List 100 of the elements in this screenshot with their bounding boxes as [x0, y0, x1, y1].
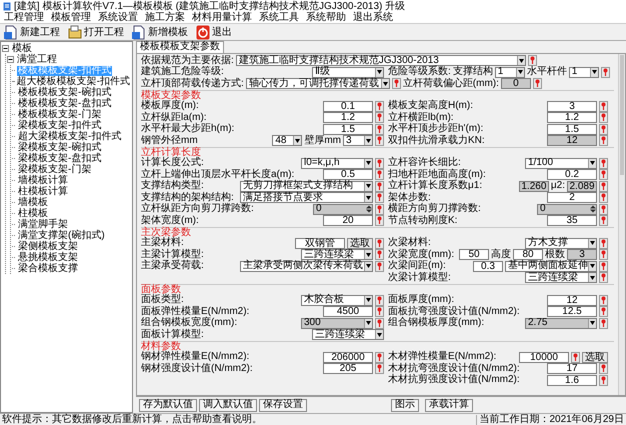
menu-item[interactable]: 模板管理 — [51, 13, 91, 23]
dropdown[interactable]: 基中两侧面板延伸 — [505, 260, 597, 272]
help-icon[interactable] — [599, 169, 608, 180]
tree-item[interactable]: 柱模板计算 — [17, 186, 69, 196]
select-button[interactable]: 选取 — [582, 352, 608, 363]
scrollbar[interactable] — [618, 54, 625, 395]
menu-item[interactable]: 材料用量计算 — [192, 13, 252, 23]
tree-item[interactable]: 梁侧模板支架 — [17, 242, 79, 252]
action-button[interactable]: 图示 — [391, 398, 419, 412]
input-field[interactable]: 206000 — [323, 352, 373, 363]
help-icon[interactable] — [599, 374, 608, 386]
dropdown[interactable]: 满足搭接节点要求 — [240, 192, 373, 204]
help-icon[interactable] — [528, 55, 537, 66]
toolbar-button[interactable]: 退出 — [195, 24, 233, 40]
help-icon[interactable] — [375, 124, 384, 135]
input-field[interactable]: 1.2 — [323, 112, 373, 124]
input-field[interactable]: 35 — [547, 215, 597, 226]
input-field[interactable]: 0.2 — [547, 169, 597, 180]
help-icon[interactable] — [375, 192, 384, 204]
input-field[interactable]: 17 — [547, 363, 597, 374]
help-icon[interactable] — [532, 78, 542, 90]
tree-item[interactable]: 梁模板支架-盘扣式 — [17, 154, 102, 164]
help-icon[interactable] — [599, 158, 608, 169]
help-icon[interactable] — [599, 204, 608, 215]
tree-item[interactable]: 梁模板支架-门架 — [17, 164, 92, 174]
tree-item[interactable]: 满堂支撑架(碗扣式) — [17, 230, 106, 240]
help-icon[interactable] — [599, 192, 608, 204]
input-field[interactable]: 0.3 — [473, 260, 503, 272]
dropdown[interactable]: 48 — [272, 135, 302, 146]
dropdown[interactable]: 三跨连续梁 — [312, 329, 384, 340]
help-icon[interactable] — [375, 180, 384, 192]
help-icon[interactable] — [375, 112, 384, 124]
select-button[interactable]: 选取 — [347, 238, 373, 249]
help-icon[interactable] — [599, 260, 608, 272]
action-button[interactable]: 存为默认值 — [139, 398, 197, 412]
dropdown[interactable]: 三跨连续梁 — [301, 249, 373, 260]
help-icon[interactable] — [375, 100, 384, 112]
help-icon[interactable] — [375, 306, 384, 318]
help-icon[interactable] — [599, 215, 608, 226]
tree-item[interactable]: 梁模板支架-碗扣式 — [17, 142, 102, 152]
dropdown[interactable]: 方木支撑 — [525, 238, 597, 249]
input-field[interactable]: 20 — [323, 215, 373, 226]
tree-item[interactable]: 楼板模板支架-碗扣式 — [17, 88, 112, 98]
help-icon[interactable] — [375, 169, 384, 180]
tree-item[interactable]: 梁模板支架-扣件式 — [17, 120, 102, 130]
input-field[interactable]: 1.2 — [547, 112, 597, 124]
input-field[interactable]: 双钢管 — [295, 238, 345, 249]
dropdown[interactable]: 主梁承受两侧次梁传来荷载 — [240, 260, 373, 272]
action-button[interactable]: 保存设置 — [259, 398, 307, 412]
dropdown[interactable]: Ⅱ级 — [312, 66, 384, 78]
menu-item[interactable]: 系统帮助 — [306, 13, 346, 23]
menu-item[interactable]: 施工方案 — [145, 13, 185, 23]
tree-item[interactable]: 超大梁模板支架-扣件式 — [17, 132, 122, 142]
help-icon[interactable] — [571, 352, 580, 363]
tree-item[interactable]: 悬挑模板支架 — [17, 252, 79, 262]
help-icon[interactable] — [600, 66, 610, 78]
menu-item[interactable]: 工程管理 — [4, 13, 44, 23]
dropdown[interactable]: 1 — [494, 66, 525, 78]
help-icon[interactable] — [392, 78, 401, 90]
dropdown[interactable]: 木胶合板 — [301, 294, 373, 306]
dropdown[interactable]: 1 — [568, 66, 599, 78]
input-field[interactable]: 205 — [323, 363, 373, 374]
input-field[interactable]: 1.6 — [547, 374, 597, 386]
input-field[interactable]: 12.5 — [547, 306, 597, 318]
tree-item[interactable]: 模板 — [11, 44, 33, 54]
toolbar-button[interactable]: 打开工程 — [67, 24, 125, 40]
help-icon[interactable] — [375, 249, 384, 260]
tree-item[interactable]: 超大楼板模板支架-扣件式 — [16, 76, 131, 86]
help-icon[interactable] — [599, 180, 608, 192]
input-field[interactable]: 50 — [459, 249, 489, 260]
dropdown[interactable]: 3 — [343, 135, 373, 146]
help-icon[interactable] — [599, 100, 608, 112]
help-icon[interactable] — [599, 318, 608, 329]
help-icon[interactable] — [599, 124, 608, 135]
input-field[interactable]: 10000 — [519, 352, 569, 363]
dropdown[interactable]: 三跨连续梁 — [525, 272, 597, 284]
help-icon[interactable] — [375, 135, 384, 146]
tree-item[interactable]: 满堂工程 — [16, 54, 58, 64]
help-icon[interactable] — [599, 294, 608, 306]
input-field[interactable]: 80 — [513, 249, 543, 260]
help-icon[interactable] — [599, 272, 608, 284]
dropdown[interactable]: 建筑施工临时支撑结构技术规范JGJ300-2013 — [236, 55, 526, 66]
help-icon[interactable] — [599, 135, 608, 146]
tree-item[interactable]: 梁合模板支撑 — [17, 264, 79, 274]
help-icon[interactable] — [375, 260, 384, 272]
tree-item[interactable]: 楼板模板支架-盘扣式 — [17, 98, 112, 108]
toolbar-button[interactable]: 新建工程 — [3, 24, 61, 40]
menu-item[interactable]: 系统设置 — [98, 13, 138, 23]
help-icon[interactable] — [375, 158, 384, 169]
help-icon[interactable] — [375, 352, 384, 363]
collapse-icon[interactable] — [7, 56, 14, 63]
input-field[interactable]: 4500 — [323, 306, 373, 318]
input-field[interactable]: 12 — [547, 294, 597, 306]
help-icon[interactable] — [375, 363, 384, 374]
input-field[interactable]: 0.5 — [323, 169, 373, 180]
dropdown[interactable]: 轴心传力，可调托撑传递荷载 — [246, 78, 390, 90]
dropdown[interactable]: l0=k,μ,h — [301, 158, 373, 169]
input-field[interactable]: 1.5 — [547, 124, 597, 135]
input-field[interactable]: 2 — [547, 192, 597, 204]
tree-item[interactable]: 柱模板 — [17, 208, 49, 218]
